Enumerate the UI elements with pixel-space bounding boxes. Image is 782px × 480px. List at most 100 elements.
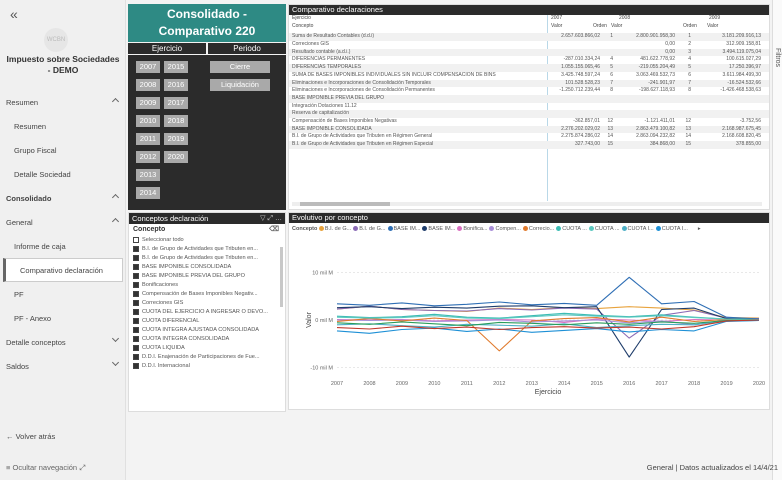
- year-button-2010[interactable]: 2010: [136, 115, 160, 127]
- checkbox[interactable]: [133, 254, 139, 261]
- year-button-2019[interactable]: 2019: [164, 133, 188, 145]
- concept-option[interactable]: B.I. de Grupo de Actividades que Tribute…: [133, 253, 285, 262]
- back-button[interactable]: ← Volver atrás: [6, 432, 55, 441]
- hide-navigation-button[interactable]: ≡ Ocultar navegación ⤢: [6, 463, 85, 473]
- concept-option[interactable]: BASE IMPONIBLE PREVIA DEL GRUPO: [133, 271, 285, 280]
- more-options-icon[interactable]: …: [275, 215, 282, 222]
- table-row[interactable]: Resultado contable (a.d.i.) 0,00 3 3.494.11…: [289, 48, 769, 57]
- checkbox[interactable]: [133, 353, 139, 360]
- x-tick-label: 2011: [461, 381, 473, 387]
- nav-item-consolidado[interactable]: Consolidado: [0, 186, 126, 210]
- table-cell: 5: [688, 64, 691, 71]
- checkbox[interactable]: [133, 317, 139, 324]
- filters-pane[interactable]: [772, 0, 782, 480]
- chevron-down-icon[interactable]: [111, 358, 120, 367]
- concept-option[interactable]: Correciones GIS: [133, 298, 285, 307]
- table-row[interactable]: SUMA DE BASES IMPONIBLES INDIVIDUALES SI…: [289, 72, 769, 80]
- concept-option[interactable]: D.D.I. Internacional: [133, 361, 285, 370]
- table-row[interactable]: BASE IMPONIBLE CONSOLIDADA 2.276.202.029,…: [289, 125, 769, 134]
- table-row[interactable]: Suma de Resultado Contables (d.d.i) 2.657…: [289, 33, 769, 42]
- checkbox[interactable]: [133, 263, 139, 270]
- checkbox[interactable]: [133, 326, 139, 333]
- checkbox[interactable]: [133, 362, 139, 369]
- table-row[interactable]: Compensación de Bases Imponibles Negativ…: [289, 118, 769, 126]
- table-row[interactable]: B.I. de Grupo de Actividades que Tribute…: [289, 141, 769, 149]
- period-button-cierre[interactable]: Cierre: [210, 61, 270, 73]
- nav-item-resumen[interactable]: Resumen: [0, 114, 126, 138]
- collapse-nav-icon[interactable]: «: [10, 6, 18, 22]
- year-button-2008[interactable]: 2008: [136, 79, 160, 91]
- year-button-2014[interactable]: 2014: [136, 187, 160, 199]
- nav-item-pf[interactable]: PF: [0, 282, 126, 306]
- checkbox[interactable]: [133, 308, 139, 315]
- checkbox[interactable]: [133, 245, 139, 252]
- year-button-2007[interactable]: 2007: [136, 61, 160, 73]
- nav-item-comparativo-declaraci-n[interactable]: Comparativo declaración: [3, 258, 123, 282]
- year-button-2017[interactable]: 2017: [164, 97, 188, 109]
- table-row[interactable]: Reserva de capitalización: [289, 110, 769, 118]
- nav-item-detalle-conceptos[interactable]: Detalle conceptos: [0, 330, 126, 354]
- table-row[interactable]: DIFERENCIAS PERMANENTES -287.010.334,24 4 4…: [289, 56, 769, 64]
- chevron-up-icon[interactable]: [111, 217, 120, 226]
- checkbox[interactable]: [133, 236, 139, 243]
- nav-item-pf-anexo[interactable]: PF - Anexo: [0, 306, 126, 330]
- year-button-2016[interactable]: 2016: [164, 79, 188, 91]
- table-row[interactable]: Eliminaciones e Incorporaciones de Conso…: [289, 87, 769, 95]
- table-cell: DIFERENCIAS PERMANENTES: [292, 56, 366, 63]
- concept-option-label: Correciones GIS: [142, 299, 184, 306]
- table-row[interactable]: Correciones GIS 0,00 2 312.909.158,81: [289, 41, 769, 49]
- chevron-down-icon[interactable]: [111, 334, 120, 343]
- concept-option[interactable]: BASE IMPONIBLE CONSOLIDADA: [133, 262, 285, 271]
- checkbox[interactable]: [133, 299, 139, 306]
- concept-option[interactable]: CUOTA DEL EJERCICIO A INGRESAR O DEVO...: [133, 307, 285, 316]
- table-row[interactable]: B.I. de Grupo de Actividades que Tribute…: [289, 133, 769, 141]
- nav-item-resumen[interactable]: Resumen: [0, 90, 126, 114]
- nav-item-saldos[interactable]: Saldos: [0, 354, 126, 378]
- checkbox[interactable]: [133, 290, 139, 297]
- concepts-list: Seleccionar todo B.I. de Grupo de Activid…: [129, 235, 285, 370]
- table-horizontal-scrollbar[interactable]: [292, 202, 762, 206]
- filter-icon[interactable]: ▽: [260, 215, 265, 222]
- year-button-2009[interactable]: 2009: [136, 97, 160, 109]
- clear-selection-icon[interactable]: ⌫: [269, 225, 279, 233]
- checkbox[interactable]: [133, 344, 139, 351]
- filters-pane-label[interactable]: Filtros: [774, 48, 781, 67]
- concept-option[interactable]: Seleccionar todo: [133, 235, 285, 244]
- concept-option[interactable]: D.D.I. Enajenación de Participaciones de…: [133, 352, 285, 361]
- checkbox[interactable]: [133, 272, 139, 279]
- chevron-up-icon[interactable]: [111, 97, 120, 106]
- year-button-2012[interactable]: 2012: [136, 151, 160, 163]
- checkbox[interactable]: [133, 335, 139, 342]
- table-row[interactable]: Eliminaciones e Incorporaciones de Conso…: [289, 79, 769, 88]
- concept-option[interactable]: CUOTA LIQUIDA: [133, 343, 285, 352]
- table-row[interactable]: BASE IMPONIBLE PREVIA DEL GRUPO: [289, 94, 769, 103]
- x-axis-title: Ejercicio: [535, 389, 562, 396]
- concept-option[interactable]: Compensación de Bases Imponibles Negativ…: [133, 289, 285, 298]
- table-row[interactable]: DIFERENCIAS TEMPORALES 1.055.155.065,46 5 -…: [289, 64, 769, 72]
- nav-item-detalle-sociedad[interactable]: Detalle Sociedad: [0, 162, 126, 186]
- concept-option[interactable]: CUOTA INTEGRA AJUSTADA CONSOLIDADA: [133, 325, 285, 334]
- year-button-2020[interactable]: 2020: [164, 151, 188, 163]
- year-button-2018[interactable]: 2018: [164, 115, 188, 127]
- nav-item-general[interactable]: General: [0, 210, 126, 234]
- x-tick-label: 2008: [363, 381, 375, 387]
- period-button-liquidación[interactable]: Liquidación: [210, 79, 270, 91]
- concept-option[interactable]: Bonificaciones: [133, 280, 285, 289]
- year-button-2013[interactable]: 2013: [136, 169, 160, 181]
- concepts-scrollbar[interactable]: [280, 247, 283, 307]
- year-button-2015[interactable]: 2015: [164, 61, 188, 73]
- focus-mode-icon[interactable]: ⤢: [267, 215, 273, 222]
- concept-option[interactable]: CUOTA DIFERENCIAL: [133, 316, 285, 325]
- nav-item-grupo-fiscal[interactable]: Grupo Fiscal: [0, 138, 126, 162]
- concept-option[interactable]: CUOTA INTEGRA CONSOLIDADA: [133, 334, 285, 343]
- concept-option[interactable]: B.I. de Grupo de Actividades que Tribute…: [133, 244, 285, 253]
- year-button-2011[interactable]: 2011: [136, 133, 160, 145]
- nav-item-informe-de-caja[interactable]: Informe de caja: [0, 234, 126, 258]
- status-bar: General | Datos actualizados el 14/4/21: [646, 463, 778, 472]
- checkbox[interactable]: [133, 281, 139, 288]
- table-cell: 7: [688, 79, 691, 86]
- y-tick-label: -10 mil M: [310, 366, 333, 372]
- scrollbar-thumb[interactable]: [300, 202, 390, 206]
- table-row[interactable]: Integración Dotaciones 11.12: [289, 103, 769, 111]
- chevron-up-icon[interactable]: [111, 193, 120, 202]
